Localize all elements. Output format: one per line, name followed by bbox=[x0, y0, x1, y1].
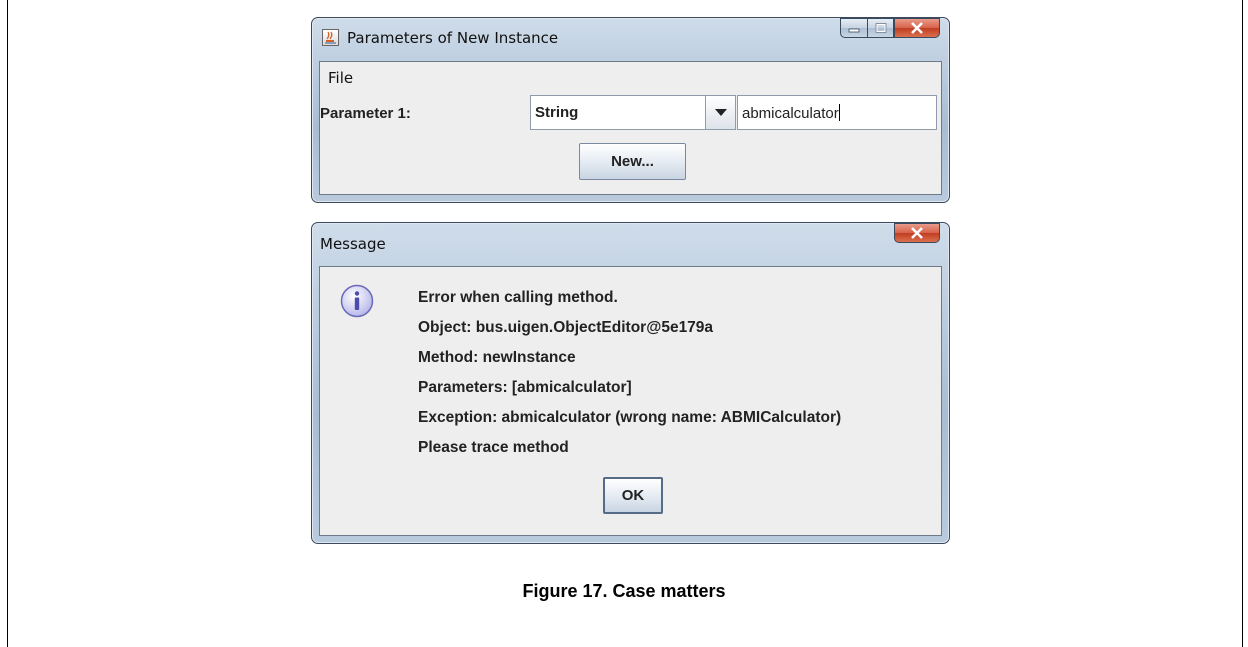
message-window-client: Error when calling method. Object: bus.u… bbox=[319, 266, 942, 536]
text-caret bbox=[838, 104, 840, 121]
message-line: Parameters: [abmicalculator] bbox=[418, 379, 632, 396]
chevron-down-icon bbox=[714, 108, 727, 116]
java-cup-icon bbox=[322, 29, 339, 46]
message-line: Object: bus.uigen.ObjectEditor@5e179a bbox=[418, 319, 714, 336]
minimize-icon bbox=[848, 28, 860, 33]
close-button[interactable] bbox=[894, 18, 940, 38]
close-icon bbox=[911, 22, 923, 34]
parameter-1-label: Parameter 1: bbox=[320, 105, 411, 122]
parameter-value-text: abmicalculator bbox=[742, 105, 839, 122]
window-controls bbox=[840, 18, 940, 38]
parameters-window-title: Parameters of New Instance bbox=[347, 29, 559, 47]
window-controls bbox=[894, 223, 940, 243]
type-combobox[interactable]: String bbox=[530, 95, 736, 130]
message-window-title: Message bbox=[320, 235, 386, 253]
ok-button[interactable]: OK bbox=[603, 477, 663, 514]
maximize-button[interactable] bbox=[867, 18, 894, 38]
parameters-window: Parameters of New Instance File Paramete… bbox=[311, 17, 950, 203]
maximize-icon bbox=[875, 23, 886, 33]
type-dropdown-button[interactable] bbox=[705, 96, 735, 129]
message-line: Please trace method bbox=[418, 439, 569, 456]
info-icon bbox=[340, 284, 374, 318]
new-button[interactable]: New... bbox=[579, 143, 686, 180]
close-button[interactable] bbox=[894, 223, 940, 243]
minimize-button[interactable] bbox=[840, 18, 867, 38]
parameters-window-client: File Parameter 1: String abmicalculator … bbox=[319, 61, 942, 195]
figure-caption: Figure 17. Case matters bbox=[522, 581, 726, 601]
parameters-window-titlebar[interactable]: Parameters of New Instance bbox=[312, 18, 949, 56]
close-icon bbox=[911, 227, 923, 239]
menu-file[interactable]: File bbox=[328, 69, 353, 87]
message-line: Method: newInstance bbox=[418, 349, 576, 366]
message-line: Error when calling method. bbox=[418, 289, 618, 306]
message-window: Message Error when calling method. Objec… bbox=[311, 222, 950, 544]
message-window-titlebar[interactable]: Message bbox=[312, 223, 949, 261]
parameter-value-input[interactable]: abmicalculator bbox=[737, 95, 937, 130]
type-selected-value: String bbox=[535, 104, 579, 121]
message-line: Exception: abmicalculator (wrong name: A… bbox=[418, 409, 842, 426]
